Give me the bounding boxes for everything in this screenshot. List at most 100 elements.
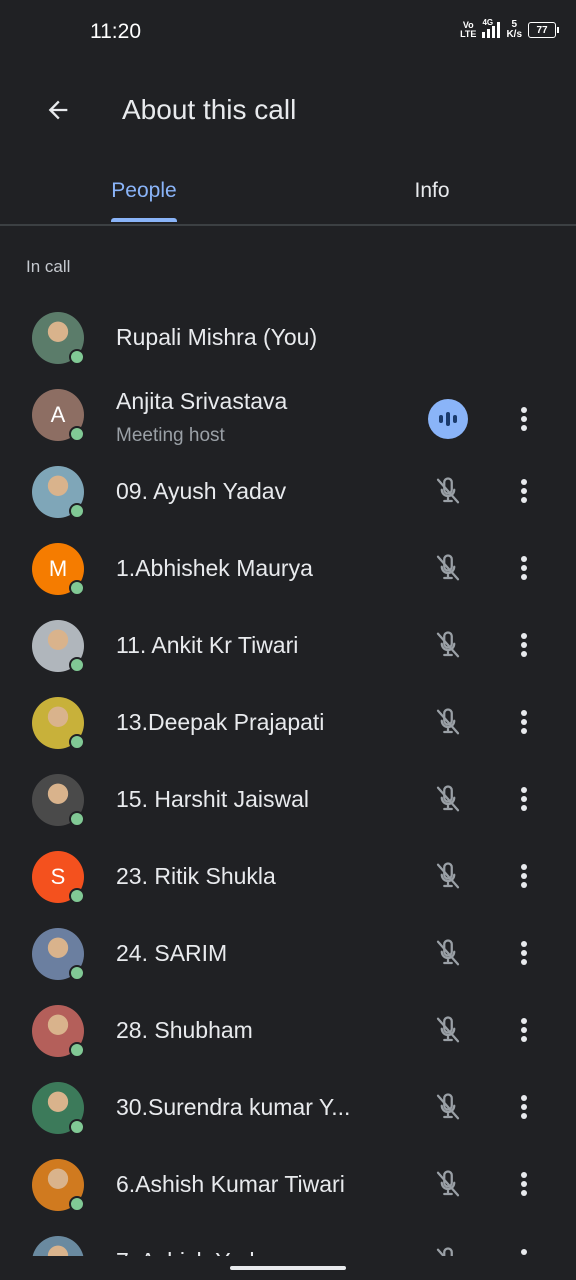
avatar (32, 466, 85, 519)
mic-off-icon (428, 548, 468, 588)
participant-row[interactable]: 13.Deepak Prajapati (0, 685, 576, 762)
speaking-indicator-icon (428, 399, 468, 439)
participant-row[interactable]: S 23. Ritik Shukla (0, 839, 576, 916)
tab-people-indicator (111, 218, 177, 222)
status-time: 11:20 (90, 20, 141, 43)
participant-row[interactable]: 6.Ashish Kumar Tiwari (0, 1147, 576, 1224)
participant-name: 24. SARIM (116, 940, 228, 966)
section-label-in-call: In call (26, 257, 71, 276)
participant-row[interactable]: 24. SARIM (0, 916, 576, 993)
participant-name: 09. Ayush Yadav (116, 478, 287, 504)
online-status-dot (69, 657, 85, 673)
participant-name: 11. Ankit Kr Tiwari (116, 632, 299, 658)
more-options-button[interactable] (506, 856, 542, 896)
participant-name: 1.Abhishek Maurya (116, 555, 313, 581)
more-options-button[interactable] (506, 1087, 542, 1127)
avatar: S (32, 851, 85, 904)
more-options-button[interactable] (506, 1164, 542, 1204)
avatar-photo (32, 1236, 84, 1256)
participant-row[interactable]: 11. Ankit Kr Tiwari (0, 608, 576, 685)
app-bar: About this call (0, 64, 576, 154)
network-type-icon: Vo LTE (460, 20, 477, 39)
participant-name: 6.Ashish Kumar Tiwari (116, 1171, 345, 1197)
participant-name: 23. Ritik Shukla (116, 863, 276, 889)
participant-row[interactable]: 30.Surendra kumar Y... (0, 1070, 576, 1147)
avatar: A (32, 389, 85, 442)
participant-row[interactable]: 09. Ayush Yadav (0, 454, 576, 531)
more-vert-icon (521, 556, 527, 580)
mic-off-icon (428, 856, 468, 896)
network-speed: 5 K/s (506, 19, 522, 40)
avatar (32, 1082, 85, 1135)
more-vert-icon (521, 787, 527, 811)
tab-info[interactable]: Info (288, 160, 576, 222)
online-status-dot (69, 811, 85, 827)
more-options-button[interactable] (506, 1241, 542, 1256)
participant-row[interactable]: 7. Ashish Yadav (0, 1224, 576, 1256)
mic-off-icon (428, 471, 468, 511)
more-options-button[interactable] (506, 625, 542, 665)
online-status-dot (69, 734, 85, 750)
more-vert-icon (521, 407, 527, 431)
more-vert-icon (521, 479, 527, 503)
mic-off-icon (428, 702, 468, 742)
more-vert-icon (521, 1249, 527, 1255)
more-vert-icon (521, 1172, 527, 1196)
online-status-dot (69, 1196, 85, 1212)
online-status-dot (69, 349, 85, 365)
more-options-button[interactable] (506, 779, 542, 819)
more-vert-icon (521, 1095, 527, 1119)
online-status-dot (69, 580, 85, 596)
avatar (32, 1236, 84, 1256)
mic-off-icon (428, 1087, 468, 1127)
more-options-button[interactable] (506, 548, 542, 588)
avatar (32, 1005, 85, 1058)
status-bar: 11:20 Vo LTE 4G 5 K/s 77 (0, 0, 576, 64)
mic-off-icon (428, 933, 468, 973)
participant-row[interactable]: 15. Harshit Jaiswal (0, 762, 576, 839)
participant-name: 30.Surendra kumar Y... (116, 1094, 351, 1120)
more-options-button[interactable] (506, 702, 542, 742)
participant-list[interactable]: Rupali Mishra (You) A Anjita Srivastava Mee… (0, 300, 576, 1256)
page-title: About this call (122, 94, 297, 125)
more-vert-icon (521, 941, 527, 965)
avatar (32, 312, 85, 365)
more-options-button[interactable] (506, 933, 542, 973)
more-options-button[interactable] (506, 1010, 542, 1050)
home-indicator[interactable] (230, 1266, 346, 1270)
avatar (32, 774, 85, 827)
status-icons: Vo LTE 4G 5 K/s 77 (460, 18, 559, 40)
more-options-button[interactable] (506, 399, 542, 439)
online-status-dot (69, 965, 85, 981)
participant-row[interactable]: M 1.Abhishek Maurya (0, 531, 576, 608)
online-status-dot (69, 1042, 85, 1058)
online-status-dot (69, 503, 85, 519)
participant-name: Anjita Srivastava (116, 388, 288, 414)
participant-role: Meeting host (116, 425, 225, 446)
online-status-dot (69, 888, 85, 904)
participant-name: 15. Harshit Jaiswal (116, 786, 310, 812)
avatar (32, 697, 85, 750)
participant-row[interactable]: A Anjita Srivastava Meeting host (0, 377, 576, 454)
mic-off-icon (428, 779, 468, 819)
mic-off-icon (428, 1010, 468, 1050)
more-vert-icon (521, 710, 527, 734)
participant-name: 7. Ashish Yadav (116, 1248, 396, 1256)
participant-row[interactable]: 28. Shubham (0, 993, 576, 1070)
signal-icon: 4G (482, 18, 501, 38)
tab-people[interactable]: People (0, 160, 288, 222)
online-status-dot (69, 1119, 85, 1135)
tab-info-label: Info (414, 179, 450, 202)
back-button[interactable] (36, 90, 80, 130)
participant-name: 13.Deepak Prajapati (116, 709, 325, 735)
mic-off-icon (428, 625, 468, 665)
avatar (32, 1159, 85, 1212)
participant-name: Rupali Mishra (You) (116, 324, 318, 350)
more-options-button[interactable] (506, 471, 542, 511)
participant-row[interactable]: Rupali Mishra (You) (0, 300, 576, 377)
participant-name: 28. Shubham (116, 1017, 253, 1043)
battery-icon: 77 (528, 22, 559, 38)
arrow-back-icon (48, 100, 68, 120)
tab-bar: People Info (0, 160, 576, 226)
mic-off-icon (428, 1241, 468, 1256)
